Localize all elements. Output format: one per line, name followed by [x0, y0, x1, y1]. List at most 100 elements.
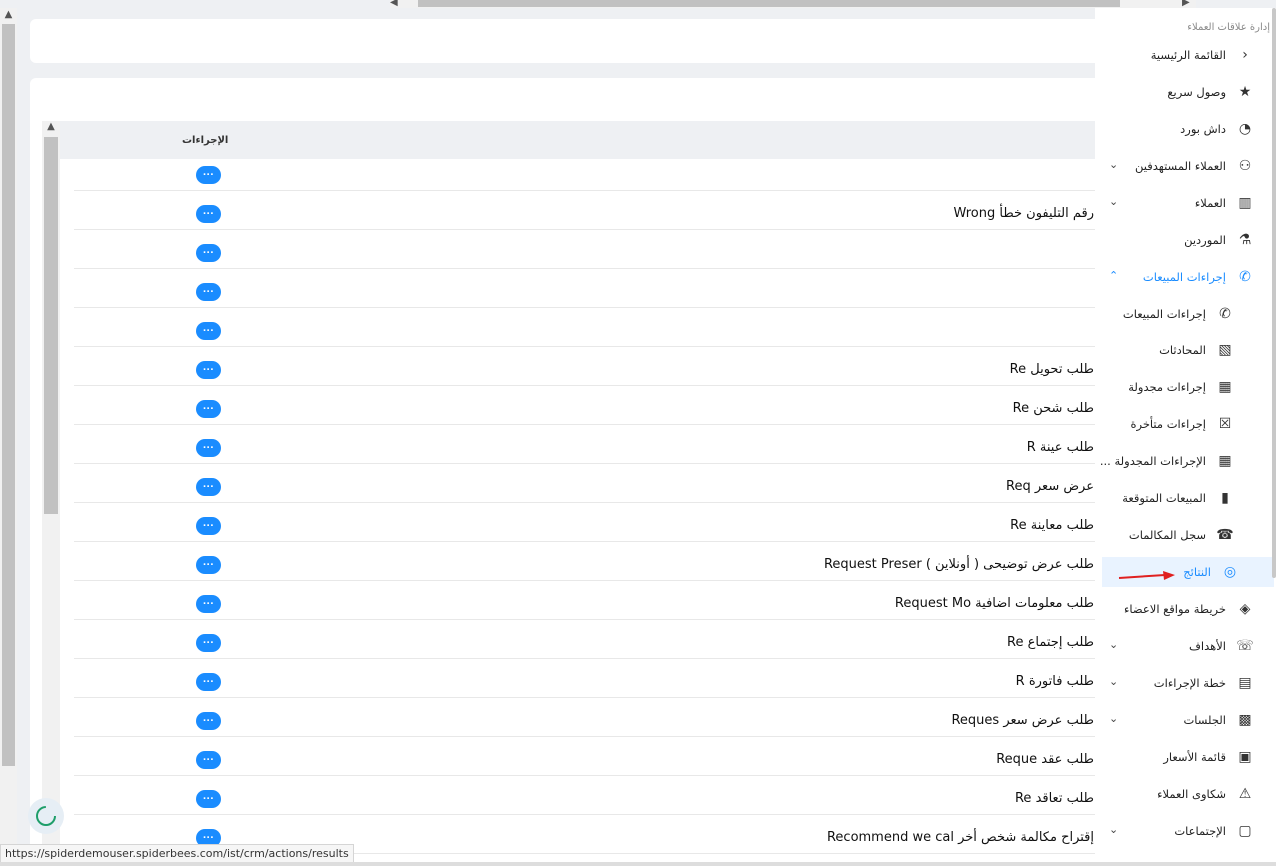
sidebar-item-chat-off[interactable]: ▧ المحادثات [1095, 335, 1276, 365]
row-actions-button[interactable]: ··· [196, 244, 221, 262]
sidebar-item-phone[interactable]: ✆ إجراءات المبيعات [1095, 299, 1276, 329]
chevron-left-icon: ‹ [1242, 47, 1248, 63]
sidebar-item-building[interactable]: ▥ العملاء ⌄ [1095, 188, 1276, 218]
result-name: Reques طلب عرض سعر [951, 713, 1094, 728]
sidebar-item-label: داش بورد [1180, 122, 1226, 136]
row-actions-button[interactable]: ··· [196, 634, 221, 652]
sidebar-item-telephone[interactable]: ☎ سجل المكالمات [1095, 520, 1276, 550]
telephone-icon: ☎ [1216, 527, 1234, 543]
sidebar-item-gauge[interactable]: ◔ داش بورد [1095, 114, 1276, 144]
plan-icon: ▤ [1238, 675, 1252, 691]
sidebar-item-chevron-left[interactable]: ‹ القائمة الرئيسية [1095, 40, 1276, 70]
row-actions-button[interactable]: ··· [196, 673, 221, 691]
sidebar-item-calendar-x[interactable]: ☒ إجراءات متأخرة [1095, 409, 1276, 439]
sidebar-item-label: العملاء المستهدفين [1135, 159, 1226, 173]
row-actions-button[interactable]: ··· [196, 751, 221, 769]
sidebar-item-price-list[interactable]: ▣ قائمة الأسعار [1095, 742, 1276, 772]
table-row: ··· Wrong رقم التليفون خطأ [74, 198, 1110, 237]
chevron-down-icon[interactable]: ⌄ [1109, 712, 1118, 725]
row-actions-button[interactable]: ··· [196, 361, 221, 379]
price-list-icon: ▣ [1238, 749, 1252, 765]
warning-icon: ⚠ [1238, 786, 1252, 802]
sidebar-item-label: خطة الإجراءات [1153, 676, 1226, 690]
chevron-down-icon[interactable]: ⌄ [1109, 638, 1118, 651]
table-row-cell: ··· Re طلب إجتماع [74, 627, 1110, 659]
sidebar-item-meetings[interactable]: ▢ الإجتماعات ⌄ [1095, 816, 1276, 846]
phone-icon: ✆ [1219, 306, 1231, 322]
sidebar-item-supplier[interactable]: ⚗ الموردين [1095, 225, 1276, 255]
sidebar: إدارة علاقات العملاء ‹ القائمة الرئيسية ★ و… [1095, 8, 1276, 866]
row-actions-button[interactable]: ··· [196, 478, 221, 496]
calendar-x-icon: ☒ [1218, 416, 1232, 432]
red-arrow-icon [1118, 571, 1175, 580]
sidebar-title: إدارة علاقات العملاء [1187, 22, 1270, 33]
table-scroll-up-icon[interactable]: ▲ [42, 121, 60, 135]
horizontal-scrollbar[interactable]: ◀ ▶ [390, 0, 1196, 8]
sidebar-item-calendar-list[interactable]: ▦ الإجراءات المجدولة ... [1095, 446, 1276, 476]
table-row: ··· [74, 159, 1110, 198]
row-actions-button[interactable]: ··· [196, 166, 221, 184]
table-row: ··· Re طلب تحويل [74, 354, 1110, 393]
chevron-down-icon[interactable]: ⌄ [1109, 675, 1118, 688]
row-actions-button[interactable]: ··· [196, 556, 221, 574]
filter-card [30, 19, 1110, 63]
table-row: ··· Re طلب معاينة [74, 510, 1110, 549]
result-name: Request Preser طلب عرض توضيحى ( أونلاين … [823, 557, 1094, 572]
table-row-cell: ··· Wrong رقم التليفون خطأ [74, 198, 1110, 230]
table-scrollbar[interactable]: ▲ [42, 121, 60, 861]
chevron-up-icon[interactable]: ⌃ [1109, 269, 1118, 282]
sidebar-scrollbar-thumb[interactable] [1272, 8, 1276, 578]
row-actions-button[interactable]: ··· [196, 322, 221, 340]
sidebar-item-label: قائمة الأسعار [1163, 750, 1226, 764]
meetings-icon: ▢ [1238, 823, 1252, 839]
scroll-up-arrow-icon[interactable]: ▲ [0, 8, 17, 22]
bar-chart-icon: ▮ [1221, 490, 1229, 506]
sidebar-item-plan[interactable]: ▤ خطة الإجراءات ⌄ [1095, 668, 1276, 698]
row-actions-button[interactable]: ··· [196, 400, 221, 418]
row-actions-button[interactable]: ··· [196, 595, 221, 613]
table-row-cell: ··· [74, 315, 1110, 347]
table-row: ··· Re طلب تعاقد [74, 783, 1110, 822]
calendar-icon: ▦ [1218, 379, 1232, 395]
sidebar-item-label: إجراءات المبيعات [1142, 270, 1226, 284]
sidebar-item-label: النتائج [1183, 565, 1211, 579]
sidebar-item-location[interactable]: ◈ خريطة مواقع الاعضاء [1095, 594, 1276, 624]
sidebar-item-label: خريطة مواقع الاعضاء [1124, 602, 1226, 616]
sidebar-item-bar-chart[interactable]: ▮ المبيعات المتوقعة [1095, 483, 1276, 513]
sidebar-item-users[interactable]: ⚇ العملاء المستهدفين ⌄ [1095, 151, 1276, 181]
table-row-cell: ··· [74, 276, 1110, 308]
result-name: R طلب عينة [1026, 440, 1094, 455]
table-scrollbar-thumb[interactable] [44, 137, 58, 514]
chevron-down-icon[interactable]: ⌄ [1109, 158, 1118, 171]
scroll-left-arrow-icon[interactable]: ◀ [390, 0, 404, 8]
sidebar-item-label: العملاء [1194, 196, 1226, 210]
row-actions-button[interactable]: ··· [196, 439, 221, 457]
horizontal-scrollbar-thumb[interactable] [418, 0, 1120, 7]
result-name: Re طلب شحن [1012, 401, 1094, 416]
supplier-icon: ⚗ [1238, 232, 1252, 248]
location-icon: ◈ [1239, 601, 1251, 617]
sidebar-item-star[interactable]: ★ وصول سريع [1095, 77, 1276, 107]
sidebar-item-label: الإجتماعات [1174, 824, 1226, 838]
sidebar-item-goals[interactable]: ☏ الأهداف ⌄ [1095, 631, 1276, 661]
chevron-down-icon[interactable]: ⌄ [1109, 195, 1118, 208]
sidebar-item-calendar[interactable]: ▦ إجراءات مجدولة [1095, 372, 1276, 402]
page-scrollbar[interactable]: ▲ [0, 8, 17, 866]
sidebar-item-warning[interactable]: ⚠ شكاوى العملاء [1095, 779, 1276, 809]
building-icon: ▥ [1238, 195, 1252, 211]
sidebar-item-phone-call[interactable]: ✆ إجراءات المبيعات ⌃ [1095, 262, 1276, 292]
row-actions-button[interactable]: ··· [196, 283, 221, 301]
row-actions-button[interactable]: ··· [196, 517, 221, 535]
page-scrollbar-thumb[interactable] [2, 24, 15, 766]
sidebar-item-sessions[interactable]: ▩ الجلسات ⌄ [1095, 705, 1276, 735]
table-row: ··· Reques طلب عرض سعر [74, 705, 1110, 744]
row-actions-button[interactable]: ··· [196, 712, 221, 730]
result-name: Req عرض سعر [1006, 479, 1094, 494]
table-row-cell: ··· R طلب فاتورة [74, 666, 1110, 698]
row-actions-button[interactable]: ··· [196, 790, 221, 808]
chevron-down-icon[interactable]: ⌄ [1109, 823, 1118, 836]
row-actions-button[interactable]: ··· [196, 205, 221, 223]
status-bar-url: https://spiderdemouser.spiderbees.com/is… [0, 844, 354, 863]
goals-icon: ☏ [1236, 638, 1254, 654]
scroll-right-arrow-icon[interactable]: ▶ [1182, 0, 1196, 8]
